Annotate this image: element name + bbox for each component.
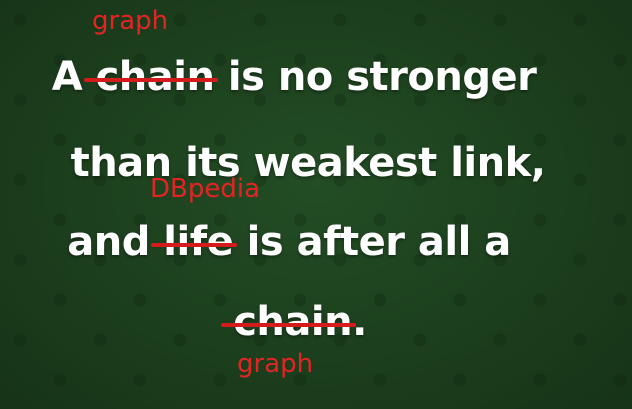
quote-line-2: than its weakest link, <box>0 143 624 183</box>
strikethrough-line-1 <box>83 77 219 82</box>
replacement-word-graph-2: graph <box>237 349 314 379</box>
quote-line-1: A chain is no stronger <box>0 57 610 97</box>
replacement-word-graph-1: graph <box>92 6 169 36</box>
quote-line-3-after: is after all a <box>233 219 512 265</box>
strikethrough-line-3 <box>221 322 357 327</box>
quote-line-1-after: is no stronger <box>214 54 537 100</box>
strikethrough-line-2 <box>151 242 238 247</box>
struck-word-chain-1: chain <box>83 57 219 97</box>
struck-word-life: life <box>151 222 238 262</box>
quote-line-4-after: . <box>352 299 367 345</box>
quote-line-3-before: and <box>67 219 164 265</box>
quote-line-2-text: than its weakest link, <box>70 140 546 186</box>
struck-word-chain-2: chain <box>221 302 357 342</box>
quote-line-3: and life is after all a <box>0 222 605 262</box>
quote-line-4: chain. <box>0 302 616 342</box>
replacement-word-dbpedia: DBpedia <box>150 174 261 204</box>
